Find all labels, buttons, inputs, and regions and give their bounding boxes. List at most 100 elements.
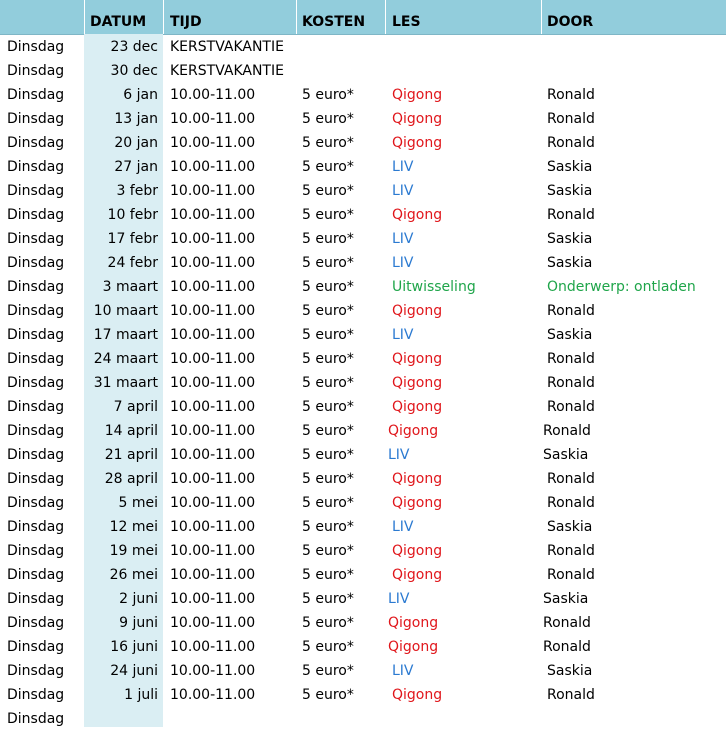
les-cell: LIV <box>392 255 414 271</box>
door-cell: Saskia <box>547 255 593 271</box>
cost-cell: 5 euro* <box>302 183 354 199</box>
les-cell: Qigong <box>388 423 439 439</box>
les-cell: Qigong <box>392 351 443 367</box>
day-cell: Dinsdag <box>7 183 65 199</box>
cost-cell: 5 euro* <box>302 567 354 583</box>
time-cell: 10.00-11.00 <box>170 591 256 607</box>
date-cell: 20 jan <box>114 135 158 151</box>
door-cell: Ronald <box>543 615 591 631</box>
cost-cell: 5 euro* <box>302 327 354 343</box>
les-cell: Qigong <box>392 375 443 391</box>
table-row: Dinsdag 10 febr 10.00-11.00 5 euro* Qigong Ro… <box>0 203 726 227</box>
day-cell: Dinsdag <box>7 111 65 127</box>
date-cell: 14 april <box>104 423 158 439</box>
day-cell: Dinsdag <box>7 711 65 727</box>
table-row: Dinsdag 21 april 10.00-11.00 5 euro* LIV Sask… <box>0 443 726 467</box>
day-cell: Dinsdag <box>7 495 65 511</box>
day-cell: Dinsdag <box>7 279 65 295</box>
table-row: Dinsdag 10 maart 10.00-11.00 5 euro* Qigong R… <box>0 299 726 323</box>
table-row: Dinsdag 2 juni 10.00-11.00 5 euro* LIV Saskia <box>0 587 726 611</box>
time-cell: 10.00-11.00 <box>170 615 256 631</box>
cost-cell: 5 euro* <box>302 159 354 175</box>
cost-cell: 5 euro* <box>302 375 354 391</box>
table-row: Dinsdag 31 maart 10.00-11.00 5 euro* Qigong R… <box>0 371 726 395</box>
date-cell: 23 dec <box>110 39 158 55</box>
time-cell: 10.00-11.00 <box>170 399 256 415</box>
table-row: Dinsdag 16 juni 10.00-11.00 5 euro* Qigong Ro… <box>0 635 726 659</box>
table-row: Dinsdag 3 febr 10.00-11.00 5 euro* LIV Saskia <box>0 179 726 203</box>
date-cell: 17 maart <box>93 327 158 343</box>
door-cell: Ronald <box>547 375 595 391</box>
day-cell: Dinsdag <box>7 687 65 703</box>
cost-cell: 5 euro* <box>302 399 354 415</box>
time-cell: 10.00-11.00 <box>170 423 256 439</box>
time-cell: 10.00-11.00 <box>170 375 256 391</box>
cost-cell: 5 euro* <box>302 591 354 607</box>
table-row: Dinsdag 1 juli 10.00-11.00 5 euro* Qigong Ron… <box>0 683 726 707</box>
table-row: Dinsdag 13 jan 10.00-11.00 5 euro* Qigong Ron… <box>0 107 726 131</box>
time-cell: 10.00-11.00 <box>170 687 256 703</box>
date-cell: 9 juni <box>119 615 158 631</box>
date-cell: 12 mei <box>109 519 158 535</box>
time-cell: 10.00-11.00 <box>170 351 256 367</box>
table-row: Dinsdag 7 april 10.00-11.00 5 euro* Qigong Ro… <box>0 395 726 419</box>
door-cell: Ronald <box>547 543 595 559</box>
cost-cell: 5 euro* <box>302 279 354 295</box>
date-cell: 28 april <box>104 471 158 487</box>
table-row: Dinsdag 23 dec KERSTVAKANTIE <box>0 35 726 59</box>
date-cell: 6 jan <box>123 87 158 103</box>
day-cell: Dinsdag <box>7 303 65 319</box>
day-cell: Dinsdag <box>7 519 65 535</box>
les-cell: Qigong <box>392 207 443 223</box>
cost-cell: 5 euro* <box>302 543 354 559</box>
time-cell: 10.00-11.00 <box>170 183 256 199</box>
cost-cell: 5 euro* <box>302 135 354 151</box>
table-row: Dinsdag 24 febr 10.00-11.00 5 euro* LIV Saski… <box>0 251 726 275</box>
day-cell: Dinsdag <box>7 615 65 631</box>
time-cell: 10.00-11.00 <box>170 279 256 295</box>
table-row: Dinsdag 19 mei 10.00-11.00 5 euro* Qigong Ron… <box>0 539 726 563</box>
cost-cell: 5 euro* <box>302 471 354 487</box>
day-cell: Dinsdag <box>7 87 65 103</box>
door-cell: Saskia <box>547 183 593 199</box>
table-header: DATUM TIJD KOSTEN LES DOOR <box>0 0 726 35</box>
table-row: Dinsdag 28 april 10.00-11.00 5 euro* Qigong R… <box>0 467 726 491</box>
day-cell: Dinsdag <box>7 567 65 583</box>
table-row: Dinsdag 6 jan 10.00-11.00 5 euro* Qigong Rona… <box>0 83 726 107</box>
les-cell: Uitwisseling <box>392 279 476 295</box>
day-cell: Dinsdag <box>7 399 65 415</box>
les-cell: Qigong <box>392 567 443 583</box>
day-cell: Dinsdag <box>7 255 65 271</box>
header-divider <box>84 0 85 34</box>
header-divider <box>541 0 542 34</box>
day-cell: Dinsdag <box>7 591 65 607</box>
door-cell: Ronald <box>547 567 595 583</box>
time-cell: 10.00-11.00 <box>170 471 256 487</box>
date-cell: 27 jan <box>114 159 158 175</box>
les-cell: Qigong <box>392 87 443 103</box>
les-cell: Qigong <box>388 639 439 655</box>
time-cell: 10.00-11.00 <box>170 519 256 535</box>
day-cell: Dinsdag <box>7 471 65 487</box>
les-cell: LIV <box>392 159 414 175</box>
date-cell: 31 maart <box>93 375 158 391</box>
time-cell: 10.00-11.00 <box>170 327 256 343</box>
date-cell: 3 febr <box>116 183 158 199</box>
door-cell: Saskia <box>547 159 593 175</box>
door-cell: Ronald <box>547 399 595 415</box>
header-datum: DATUM <box>90 14 147 30</box>
date-cell: 2 juni <box>119 591 158 607</box>
cost-cell: 5 euro* <box>302 303 354 319</box>
time-cell: 10.00-11.00 <box>170 111 256 127</box>
time-cell: KERSTVAKANTIE <box>170 63 284 79</box>
door-cell: Ronald <box>547 207 595 223</box>
door-cell: Saskia <box>547 663 593 679</box>
date-cell <box>84 707 158 731</box>
table-row: Dinsdag 12 mei 10.00-11.00 5 euro* LIV Saskia <box>0 515 726 539</box>
date-cell: 1 juli <box>124 687 158 703</box>
cost-cell: 5 euro* <box>302 87 354 103</box>
day-cell: Dinsdag <box>7 639 65 655</box>
door-cell: Ronald <box>547 303 595 319</box>
les-cell: Qigong <box>392 399 443 415</box>
day-cell: Dinsdag <box>7 135 65 151</box>
